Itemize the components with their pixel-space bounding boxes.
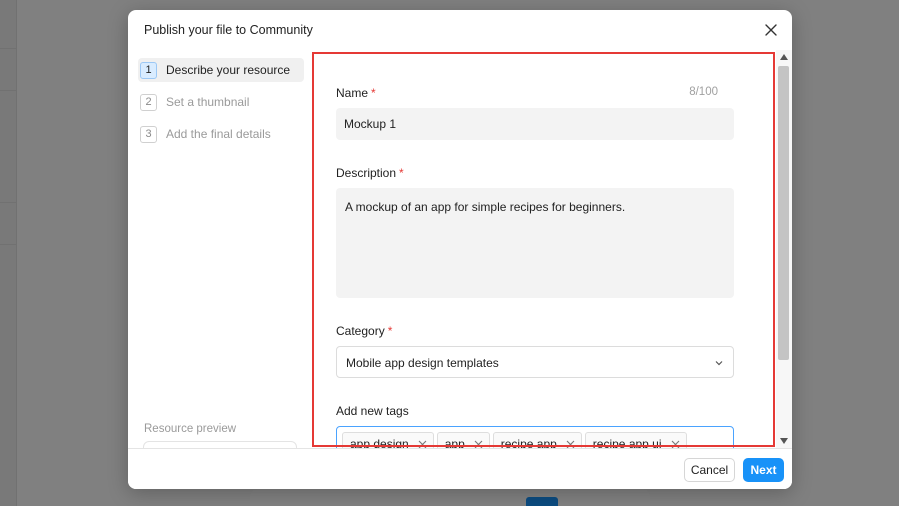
tag-chip: recipe app ui [584, 432, 687, 449]
steps-sidebar: 1 Describe your resource 2 Set a thumbna… [128, 50, 312, 489]
step-label: Set a thumbnail [166, 95, 250, 109]
required-marker: * [399, 166, 404, 180]
tag-label: recipe app ui [592, 437, 662, 448]
remove-tag-icon[interactable] [474, 440, 483, 449]
name-input[interactable]: Mockup 1 [336, 108, 734, 140]
next-button[interactable]: Next [743, 458, 784, 482]
name-character-counter: 8/100 [689, 86, 718, 98]
category-select[interactable]: Mobile app design templates [336, 346, 734, 378]
dialog-footer: Cancel Next [128, 448, 792, 489]
tags-input[interactable]: app design app recipe app recipe app ui [336, 426, 734, 448]
category-value: Mobile app design templates [346, 356, 499, 370]
step-set-thumbnail[interactable]: 2 Set a thumbnail [138, 90, 304, 114]
tag-chip: app [436, 432, 490, 449]
dialog-header: Publish your file to Community [128, 10, 792, 50]
form-scrollbar[interactable] [776, 50, 792, 448]
step-number: 1 [140, 61, 157, 79]
dialog-title: Publish your file to Community [144, 23, 313, 37]
scroll-down-arrow-icon[interactable] [780, 438, 788, 444]
close-icon [765, 24, 777, 36]
tag-chip: recipe app [492, 432, 582, 449]
required-marker: * [371, 86, 376, 100]
cancel-button[interactable]: Cancel [684, 458, 735, 482]
step-number: 2 [140, 93, 157, 111]
step-number: 3 [140, 125, 157, 143]
required-marker: * [387, 324, 393, 338]
tag-label: app design [350, 437, 409, 448]
scroll-up-arrow-icon[interactable] [780, 54, 788, 60]
scrollbar-thumb[interactable] [778, 66, 789, 360]
remove-tag-icon[interactable] [418, 440, 427, 449]
tags-label: Add new tags [336, 404, 409, 418]
remove-tag-icon[interactable] [566, 440, 575, 449]
publish-dialog: Publish your file to Community 1 Describ… [128, 10, 792, 489]
step-label: Add the final details [166, 127, 271, 141]
chevron-down-icon [715, 361, 723, 366]
step-describe-resource[interactable]: 1 Describe your resource [138, 58, 304, 82]
name-label: Name * [336, 86, 376, 100]
resource-preview-label: Resource preview [144, 423, 237, 435]
step-add-final-details[interactable]: 3 Add the final details [138, 122, 304, 146]
tag-chip: app design [342, 432, 434, 448]
tag-label: recipe app [500, 437, 557, 448]
category-label: Category * [336, 324, 393, 338]
tag-label: app [444, 437, 465, 448]
remove-tag-icon[interactable] [671, 440, 680, 449]
description-textarea[interactable]: A mockup of an app for simple recipes fo… [336, 188, 734, 298]
description-label: Description * [336, 166, 404, 180]
step-label: Describe your resource [166, 63, 291, 77]
close-button[interactable] [762, 21, 780, 39]
describe-resource-form: Name * 8/100 Mockup 1 Description * A mock… [312, 50, 776, 448]
